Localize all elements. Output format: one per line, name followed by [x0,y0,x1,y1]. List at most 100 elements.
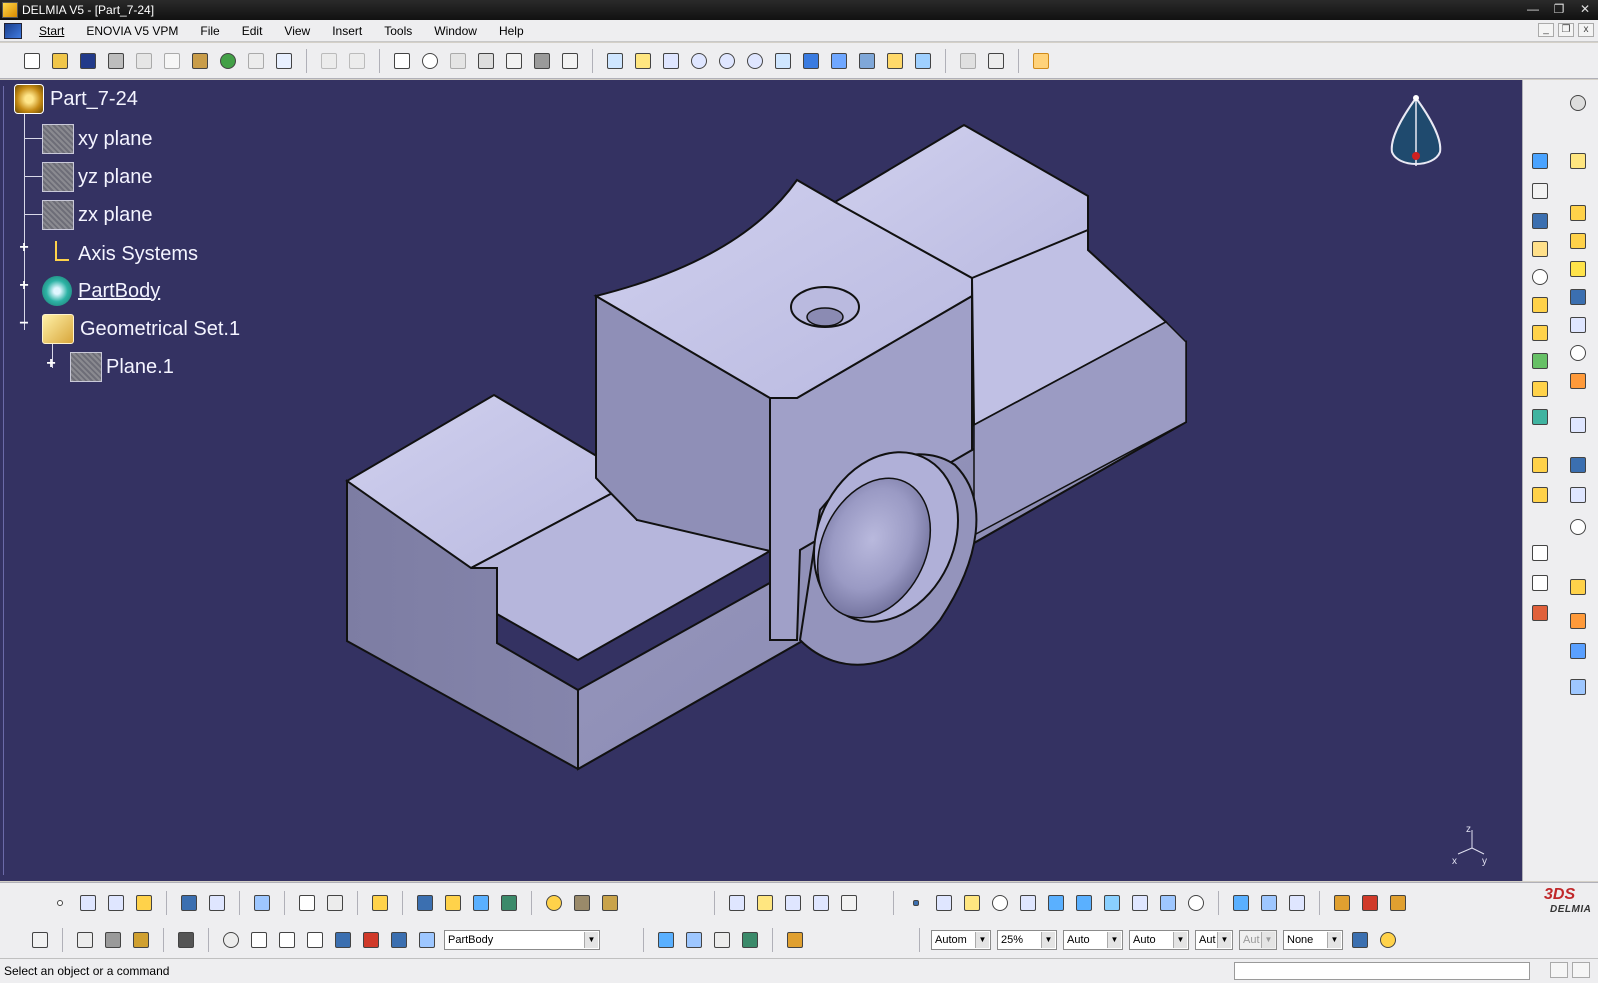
menu-start[interactable]: Start [28,21,75,41]
mirror-button[interactable] [1567,414,1591,438]
tree-item-partbody[interactable]: PartBody [42,276,160,306]
mass-button[interactable] [102,929,124,951]
axis-system-button[interactable] [276,929,298,951]
knowledge-comment-button[interactable] [419,50,441,72]
face-button[interactable] [133,892,155,914]
fillet-button[interactable] [1529,322,1553,346]
tree-item-label[interactable]: xy plane [78,128,153,151]
combine-button[interactable] [1101,892,1123,914]
hole-button[interactable] [1529,266,1553,290]
paint-button[interactable] [784,929,806,951]
workbench-button[interactable] [29,929,51,951]
list-button[interactable] [388,929,410,951]
plane-button[interactable] [961,892,983,914]
status-button-2[interactable] [1572,962,1590,978]
catalog-browser-button[interactable] [711,929,733,951]
multi-section-button[interactable] [1567,314,1591,338]
tree-item-axis-systems[interactable]: Axis Systems [42,239,198,269]
tree-item-zx-plane[interactable]: zx plane [42,200,153,230]
macro-1-button[interactable] [1331,892,1353,914]
pad-button[interactable] [1567,202,1591,226]
tree-root-label[interactable]: Part_7-24 [50,88,138,111]
boundary-button[interactable] [838,892,860,914]
chevron-down-icon[interactable]: ▼ [1217,932,1231,948]
cylinder-button[interactable] [543,892,565,914]
solid-view-button[interactable] [178,892,200,914]
tree-item-label[interactable]: PartBody [78,280,160,303]
measure-button[interactable] [531,50,553,72]
tree-item-label[interactable]: Axis Systems [78,243,198,266]
flag-note-button[interactable] [1529,572,1553,596]
intersection-button[interactable] [1017,892,1039,914]
slot-button[interactable] [1529,294,1553,318]
status-button-1[interactable] [1550,962,1568,978]
hide-show-button[interactable] [884,50,906,72]
chevron-down-icon[interactable]: ▼ [584,932,598,948]
point-button[interactable] [1567,342,1591,366]
save-button[interactable] [77,50,99,72]
tools-palette-button[interactable] [324,892,346,914]
capture-button[interactable] [175,929,197,951]
chamfer-button[interactable] [1529,350,1553,374]
weight-button[interactable] [130,929,152,951]
fly-mode-button[interactable] [604,50,626,72]
restore-window-button[interactable]: ❐ [1550,1,1568,17]
menu-edit[interactable]: Edit [231,21,274,41]
zoom-in-button[interactable] [716,50,738,72]
redo-button[interactable] [245,50,267,72]
map-button[interactable] [683,929,705,951]
boolean-add-button[interactable] [1567,576,1591,600]
close-window-button[interactable]: ✕ [1576,1,1594,17]
corner-button[interactable] [782,892,804,914]
tree-scroll-indicator[interactable] [0,80,14,881]
measure-distance-button[interactable] [74,929,96,951]
apply-material-button[interactable] [1529,602,1553,626]
projection-button[interactable] [1045,892,1067,914]
pattern-tool-button[interactable] [655,929,677,951]
rotate-button[interactable] [688,50,710,72]
point-tool-button[interactable] [49,892,71,914]
tree-item-xy-plane[interactable]: xy plane [42,124,153,154]
swap-visible-space-button[interactable] [912,50,934,72]
chevron-down-icon[interactable]: ▼ [1041,932,1055,948]
chevron-down-icon[interactable]: ▼ [1327,932,1341,948]
paste-button[interactable] [189,50,211,72]
shell-button[interactable] [1529,378,1553,402]
pan-button[interactable] [660,50,682,72]
groove-button[interactable] [1567,258,1591,282]
tree-root-part[interactable]: Part_7-24 [14,84,138,114]
print-button[interactable] [105,50,127,72]
tree-item-label[interactable]: Geometrical Set.1 [80,318,240,341]
cylinder-body-button[interactable] [332,929,354,951]
cut-button[interactable] [133,50,155,72]
current-body-select[interactable]: PartBody ▼ [444,930,600,950]
tree-item-label[interactable]: yz plane [78,166,153,189]
collapse-geometrical-set-icon[interactable]: − [17,316,31,332]
layers-button[interactable] [369,892,391,914]
shaft-button[interactable] [1529,238,1553,262]
hand-pan-button[interactable] [248,929,270,951]
join-button[interactable] [571,892,593,914]
update-button[interactable] [217,50,239,72]
define-work-object-button[interactable] [416,929,438,951]
boolean-intersect-button[interactable] [1567,640,1591,664]
menu-help[interactable]: Help [488,21,535,41]
translation-button[interactable] [1567,454,1591,478]
circle-button[interactable] [989,892,1011,914]
constraint-button[interactable] [251,892,273,914]
wire-view-button[interactable] [206,892,228,914]
tree-item-yz-plane[interactable]: yz plane [42,162,153,192]
grid-layout-button[interactable] [985,50,1007,72]
reframe-button[interactable] [220,929,242,951]
extrude-button[interactable] [414,892,436,914]
macro-3-button[interactable] [1387,892,1409,914]
menu-tools[interactable]: Tools [373,21,423,41]
arc-button[interactable] [105,892,127,914]
line-button[interactable] [933,892,955,914]
undo-history-button[interactable] [346,50,368,72]
grid-button[interactable] [296,892,318,914]
catalog-button[interactable] [957,50,979,72]
normal-view-button[interactable] [772,50,794,72]
new-document-button[interactable] [21,50,43,72]
cut-section-button[interactable] [360,929,382,951]
